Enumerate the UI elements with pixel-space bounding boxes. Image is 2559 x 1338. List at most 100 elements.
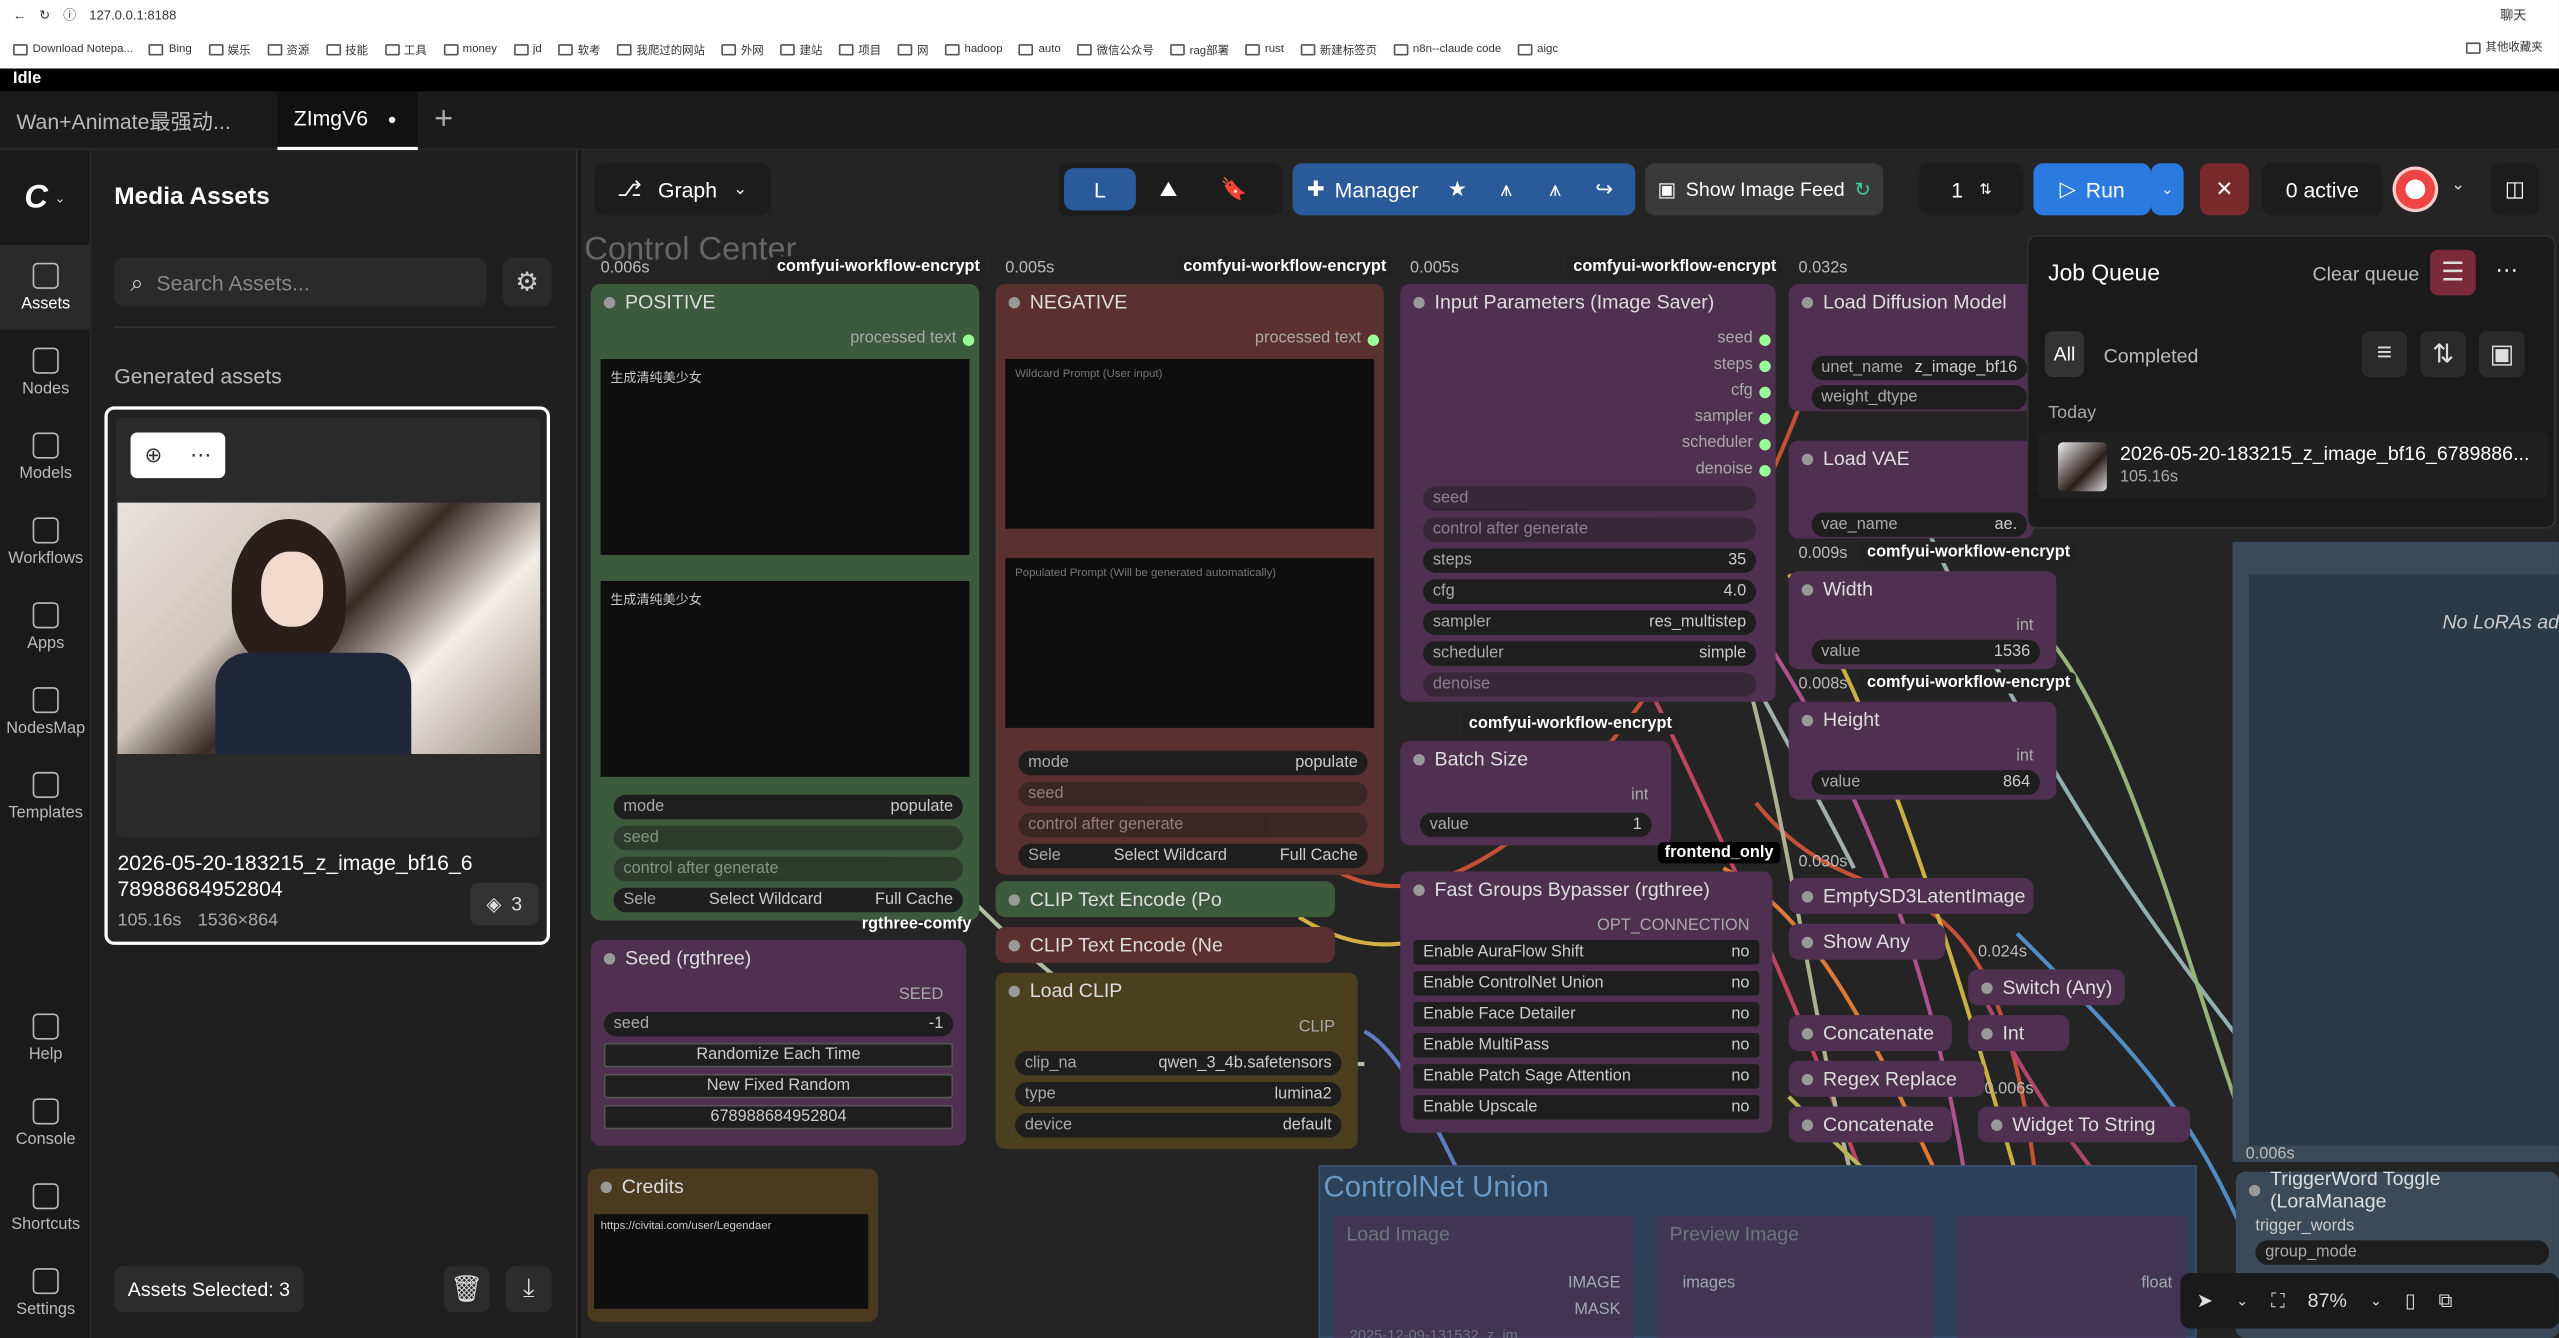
more-icon[interactable]: ⋯ — [2495, 256, 2518, 284]
chevron-down-icon[interactable]: ⌄ — [2451, 176, 2465, 194]
sidebar-item-shortcuts[interactable]: Shortcuts — [0, 1165, 91, 1250]
reload-icon[interactable]: ↻ — [39, 8, 50, 23]
clear-queue-button[interactable]: ☰ — [2430, 249, 2476, 296]
cn-preview-node[interactable]: Preview Image images — [1656, 1215, 1934, 1338]
denoise-widget[interactable]: denoise — [1423, 672, 1757, 697]
bookmark-item[interactable]: rust — [1245, 44, 1284, 56]
negative-node[interactable]: NEGATIVE processed text Wildcard Prompt … — [995, 283, 1384, 875]
bookmark-item[interactable]: 我爬过的网站 — [616, 42, 705, 58]
bookmark-item[interactable]: auto — [1018, 44, 1061, 56]
input-parameters-node[interactable]: Input Parameters (Image Saver) seed steps… — [1400, 283, 1776, 702]
cag-widget[interactable]: control after generate — [613, 856, 963, 882]
output-socket[interactable] — [1759, 334, 1771, 346]
scheduler-widget[interactable]: scheduler simple — [1423, 641, 1757, 666]
mountain-icon[interactable]: ⛰ — [1136, 163, 1201, 215]
bookmark-item[interactable]: 资源 — [266, 42, 309, 58]
output-socket[interactable] — [962, 334, 975, 346]
output-socket[interactable] — [1759, 465, 1771, 477]
sidebar-item-models[interactable]: Models — [0, 415, 91, 500]
populated-textarea[interactable]: Populated Prompt (Will be generated auto… — [1005, 558, 1375, 728]
seed-widget[interactable]: seed — [613, 825, 963, 851]
collapse-dot[interactable] — [1008, 893, 1020, 905]
bookmark-item[interactable]: 项目 — [838, 42, 881, 58]
collapse-dot[interactable] — [603, 952, 616, 964]
stack-count-badge[interactable]: ◈ 3 — [470, 882, 539, 926]
bookmark-item[interactable]: 微信公众号 — [1077, 42, 1154, 58]
back-icon[interactable]: ← — [13, 8, 26, 23]
tab-completed[interactable]: Completed — [2104, 344, 2199, 367]
tab-zimgv6[interactable]: ZImgV6 ● — [277, 90, 418, 150]
collapse-dot[interactable] — [1981, 981, 1993, 994]
select-wildcard-widget[interactable]: Sele Select Wildcard Full Cache — [613, 887, 963, 913]
gallery-icon[interactable]: ▣ — [2479, 331, 2525, 377]
collapse-dot[interactable] — [1801, 714, 1814, 726]
collapse-dot[interactable] — [600, 1180, 612, 1193]
steps-widget[interactable]: steps 35 — [1423, 548, 1757, 573]
bookmark-icon[interactable]: 🔖 — [1201, 163, 1266, 215]
prompt-textarea[interactable]: 生成清纯美少女 — [600, 359, 970, 555]
value-widget[interactable]: value 1536 — [1811, 639, 2040, 665]
link-visibility-icon[interactable]: ⧉ — [2439, 1288, 2453, 1312]
load-vae-node[interactable]: Load VAE vae_name ae. — [1788, 440, 2034, 539]
collapse-dot[interactable] — [1981, 1027, 1993, 1039]
empty-latent-node[interactable]: EmptySD3LatentImage — [1788, 878, 2034, 914]
zoom-level[interactable]: 87% — [2308, 1289, 2347, 1312]
value-widget[interactable]: value 1 — [1419, 812, 1652, 838]
int-node[interactable]: Int — [1968, 1015, 2070, 1052]
collapse-dot[interactable] — [1801, 935, 1814, 948]
bookmark-item[interactable]: 外网 — [721, 42, 764, 58]
mode-widget[interactable]: mode populate — [613, 794, 963, 820]
more-icon[interactable]: ⋯ — [190, 442, 211, 468]
unet-widget[interactable]: unet_name z_image_bf16 — [1811, 355, 2027, 381]
collapse-dot[interactable] — [1991, 1118, 2003, 1131]
cn-strength-node[interactable]: float — [1956, 1215, 2186, 1338]
concatenate-node[interactable]: Concatenate — [1788, 1015, 1952, 1052]
bookmark-item[interactable]: jd — [513, 44, 542, 56]
url-text[interactable]: 127.0.0.1:8188 — [89, 8, 176, 23]
sidebar-item-console[interactable]: Console — [0, 1080, 91, 1165]
clip-encode-negative-node[interactable]: CLIP Text Encode (Ne — [995, 926, 1335, 963]
collapse-dot[interactable] — [1008, 939, 1020, 951]
seed-rgthree-node[interactable]: Seed (rgthree) SEED seed -1 Randomize Eac… — [590, 940, 967, 1146]
l-button[interactable]: L — [1064, 168, 1136, 211]
sidebar-item-assets[interactable]: Assets — [0, 244, 92, 330]
comfy-logo[interactable]: C ⌄ — [0, 150, 90, 245]
randomize-button[interactable]: Randomize Each Time — [603, 1042, 954, 1068]
other-bookmarks[interactable]: 其他收藏夹 — [2465, 39, 2543, 55]
dtype-widget[interactable]: weight_dtype — [1811, 385, 2027, 410]
collapse-dot[interactable] — [1413, 753, 1425, 765]
collapse-dot[interactable] — [603, 296, 616, 308]
mode-widget[interactable]: mode populate — [1018, 750, 1368, 776]
controlnet-group[interactable]: ControlNet Union Load Image IMAGE MASK 2… — [1318, 1165, 2197, 1338]
model2-icon[interactable]: ⩚ — [1531, 163, 1580, 215]
bookmark-item[interactable]: 建站 — [780, 42, 822, 58]
sidebar-item-help[interactable]: Help — [0, 996, 91, 1081]
collapse-dot[interactable] — [1413, 883, 1425, 896]
graph-canvas[interactable]: Control Center POSITIVE processed text 生… — [580, 150, 2559, 1338]
panel-toggle-icon[interactable]: ◫ — [2490, 163, 2540, 216]
credits-textarea[interactable]: https://civitai.com/user/Legendaer — [594, 1214, 869, 1309]
filter-settings-button[interactable]: ⚙ — [502, 257, 552, 307]
collapse-dot[interactable] — [1413, 296, 1425, 308]
batch-count-input[interactable]: 1 ⇅ — [1919, 163, 2024, 216]
select-wildcard-widget[interactable]: Sele Select Wildcard Full Cache — [1018, 843, 1368, 869]
bypass-toggle-row[interactable]: Enable AuraFlow Shift no — [1413, 940, 1760, 965]
chevron-down-icon[interactable]: ⌄ — [2236, 1292, 2248, 1310]
profile-text[interactable]: 聊天 — [2500, 7, 2526, 25]
output-socket[interactable] — [1759, 439, 1771, 451]
seed-widget[interactable]: seed -1 — [603, 1011, 954, 1037]
new-fixed-random-button[interactable]: New Fixed Random — [603, 1073, 954, 1099]
sampler-widget[interactable]: sampler res_multistep — [1423, 610, 1757, 635]
tab-wan-animate[interactable]: Wan+Animate最强动... — [0, 91, 277, 150]
collapse-dot[interactable] — [1008, 296, 1020, 308]
concatenate-node-2[interactable]: Concatenate — [1788, 1106, 1952, 1143]
cn-load-image-node[interactable]: Load Image IMAGE MASK 2025-12-09-131532_… — [1333, 1215, 1634, 1338]
bookmark-item[interactable]: Bing — [149, 44, 192, 56]
model-icon[interactable]: ⩚ — [1482, 163, 1531, 215]
bookmark-item[interactable]: 软考 — [558, 42, 601, 58]
bypass-toggle-row[interactable]: Enable Patch Sage Attention no — [1413, 1064, 1760, 1089]
bypass-toggle-row[interactable]: Enable MultiPass no — [1413, 1033, 1760, 1058]
cancel-button[interactable]: ✕ — [2199, 163, 2249, 216]
manager-button[interactable]: ✚ Manager — [1293, 163, 1433, 215]
sidebar-item-apps[interactable]: Apps — [0, 584, 91, 669]
